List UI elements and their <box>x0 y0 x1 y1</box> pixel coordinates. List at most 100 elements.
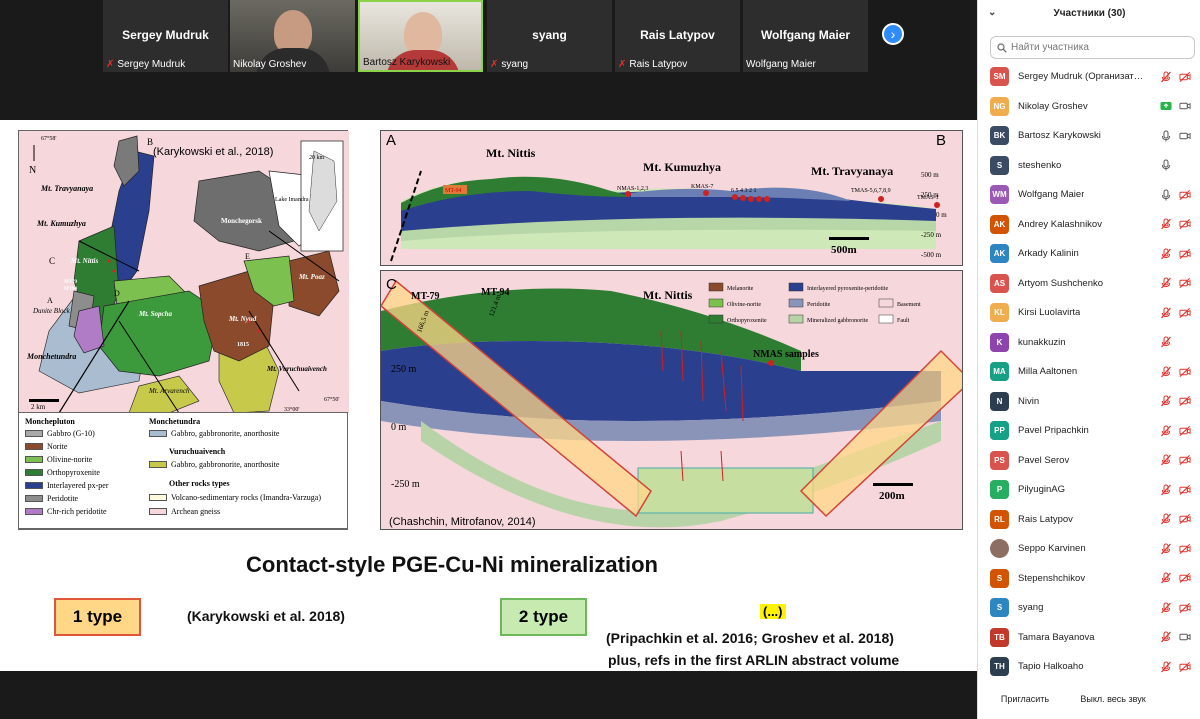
participant-row[interactable]: S Stepenshchikov <box>978 564 1200 594</box>
video-off-icon[interactable] <box>1179 543 1191 555</box>
video-tile[interactable]: Wolfgang Maier Wolfgang Maier <box>743 0 868 72</box>
participant-search[interactable] <box>990 36 1195 59</box>
mic-icon[interactable] <box>1160 159 1172 171</box>
legend-item: Olivine-norite <box>25 455 92 464</box>
mic-muted-icon[interactable] <box>1160 71 1172 83</box>
video-tile-active-speaker[interactable]: Bartosz Karykowski <box>358 0 483 72</box>
avatar: NG <box>990 96 1009 116</box>
mic-muted-icon[interactable] <box>1160 602 1172 614</box>
participants-header: ⌄ Участники (30) <box>978 6 1200 26</box>
participant-row[interactable]: SM Sergey Mudruk (Организатор, я) <box>978 62 1200 92</box>
video-icon[interactable] <box>1179 130 1191 142</box>
mic-muted-icon[interactable] <box>1160 395 1172 407</box>
participant-row[interactable]: WM Wolfgang Maier <box>978 180 1200 210</box>
mic-muted-icon[interactable] <box>1160 366 1172 378</box>
mic-muted-icon[interactable] <box>1160 513 1172 525</box>
mic-muted-icon[interactable] <box>1160 248 1172 260</box>
participant-row[interactable]: PS Pavel Serov <box>978 446 1200 476</box>
video-tile[interactable]: Sergey Mudruk ✗ Sergey Mudruk <box>103 0 228 72</box>
map-label-monchegorsk: Monchegorsk <box>221 217 262 225</box>
video-off-icon[interactable] <box>1179 572 1191 584</box>
mic-muted-icon[interactable] <box>1160 336 1172 348</box>
video-tile[interactable]: syang ✗ syang <box>487 0 612 72</box>
video-off-icon[interactable] <box>1179 602 1191 614</box>
slide-title: Contact-style PGE-Cu-Ni mineralization <box>246 552 658 577</box>
mic-muted-icon[interactable] <box>1160 425 1172 437</box>
video-off-icon[interactable] <box>1179 513 1191 525</box>
participant-row[interactable]: AS Artyom Sushchenko <box>978 269 1200 299</box>
participant-row[interactable]: TB Tamara Bayanova <box>978 623 1200 653</box>
video-off-icon[interactable] <box>1179 189 1191 201</box>
video-off-icon[interactable] <box>1179 484 1191 496</box>
video-strip: Sergey Mudruk ✗ Sergey Mudruk Nikolay Gro… <box>0 0 977 72</box>
mic-muted-icon[interactable] <box>1160 543 1172 555</box>
legend-group-title: Monchepluton <box>25 417 75 426</box>
video-off-icon[interactable] <box>1179 218 1191 230</box>
mic-muted-icon[interactable] <box>1160 484 1172 496</box>
video-icon[interactable] <box>1179 631 1191 643</box>
map-label-poaz: Mt. Poaz <box>298 273 325 281</box>
participant-row[interactable]: TH Tapio Halkoaho <box>978 652 1200 682</box>
map-scale: 2 km <box>31 403 46 411</box>
legend-item: Peridotite <box>25 494 78 503</box>
participant-row[interactable]: AK Arkady Kalinin <box>978 239 1200 269</box>
participant-row[interactable]: N Nivin <box>978 387 1200 417</box>
video-off-icon[interactable] <box>1179 425 1191 437</box>
mic-muted-icon[interactable] <box>1160 218 1172 230</box>
c-legend-basement: Basement <box>897 302 921 308</box>
next-page-arrow-icon[interactable]: › <box>882 23 904 45</box>
video-off-icon[interactable] <box>1179 277 1191 289</box>
participant-row[interactable]: P PilyuginAG <box>978 475 1200 505</box>
tile-label: ✗ Sergey Mudruk <box>106 59 185 70</box>
avatar: BK <box>990 126 1009 146</box>
participant-name: Andrey Kalashnikov <box>1018 218 1102 230</box>
participant-row[interactable]: BK Bartosz Karykowski <box>978 121 1200 151</box>
video-off-icon[interactable] <box>1179 661 1191 673</box>
video-off-icon[interactable] <box>1179 307 1191 319</box>
participant-row[interactable]: RL Rais Latypov <box>978 505 1200 535</box>
video-tile[interactable]: Nikolay Groshev <box>230 0 355 72</box>
video-off-icon[interactable] <box>1179 454 1191 466</box>
tile-label: Nikolay Groshev <box>233 59 306 70</box>
mic-muted-icon[interactable] <box>1160 454 1172 466</box>
tile-name: Nikolay Groshev <box>233 59 307 70</box>
invite-button[interactable]: Пригласить <box>994 688 1056 710</box>
participant-row[interactable]: Ssteshenko <box>978 151 1200 181</box>
participant-row[interactable]: AK Andrey Kalashnikov <box>978 210 1200 240</box>
video-off-icon[interactable] <box>1179 71 1191 83</box>
video-tile[interactable]: Rais Latypov ✗ Rais Latypov <box>615 0 740 72</box>
video-off-icon[interactable] <box>1179 366 1191 378</box>
section-label-b: B <box>936 132 946 149</box>
participant-row[interactable]: NG Nikolay Groshev <box>978 92 1200 122</box>
video-off-icon[interactable] <box>1179 395 1191 407</box>
participant-row[interactable]: PP Pavel Pripachkin <box>978 416 1200 446</box>
participant-row[interactable]: MA Milla Aaltonen <box>978 357 1200 387</box>
search-input[interactable] <box>1011 42 1181 53</box>
avatar: PS <box>990 450 1009 470</box>
screen-share-icon[interactable] <box>1160 100 1172 112</box>
participant-row[interactable]: Seppo Karvinen <box>978 534 1200 564</box>
highlight-ellipsis: (...) <box>760 604 786 619</box>
mic-icon[interactable] <box>1160 189 1172 201</box>
mic-icon[interactable] <box>1160 130 1172 142</box>
meeting-area: Sergey Mudruk ✗ Sergey Mudruk Nikolay Gro… <box>0 0 977 719</box>
participant-status-icons <box>1160 159 1191 171</box>
mic-muted-icon[interactable] <box>1160 631 1172 643</box>
participant-row[interactable]: Ssyang <box>978 593 1200 623</box>
participant-row[interactable]: Kkunakkuzin <box>978 328 1200 358</box>
participant-row[interactable]: KL Kirsi Luolavirta <box>978 298 1200 328</box>
video-off-icon[interactable] <box>1179 248 1191 260</box>
mic-muted-icon[interactable] <box>1160 277 1172 289</box>
mic-muted-icon[interactable] <box>1160 307 1172 319</box>
participant-status-icons <box>1160 602 1191 614</box>
mic-muted-icon: ✗ <box>618 59 627 70</box>
mic-muted-icon: ✗ <box>106 59 115 70</box>
video-icon[interactable] <box>1179 100 1191 112</box>
mute-all-button[interactable]: Выкл. весь звук <box>1074 688 1152 710</box>
map-svg: 67°58' N B (Karykowski et al., 2018) 20 … <box>19 131 349 413</box>
mic-muted-icon[interactable] <box>1160 661 1172 673</box>
mic-muted-icon[interactable] <box>1160 572 1172 584</box>
section-kmas: KMAS-7 <box>691 184 713 190</box>
c-legend-orthopyroxenite: Orthopyroxenite <box>727 318 767 324</box>
participants-title: Участники (30) <box>1053 8 1126 19</box>
